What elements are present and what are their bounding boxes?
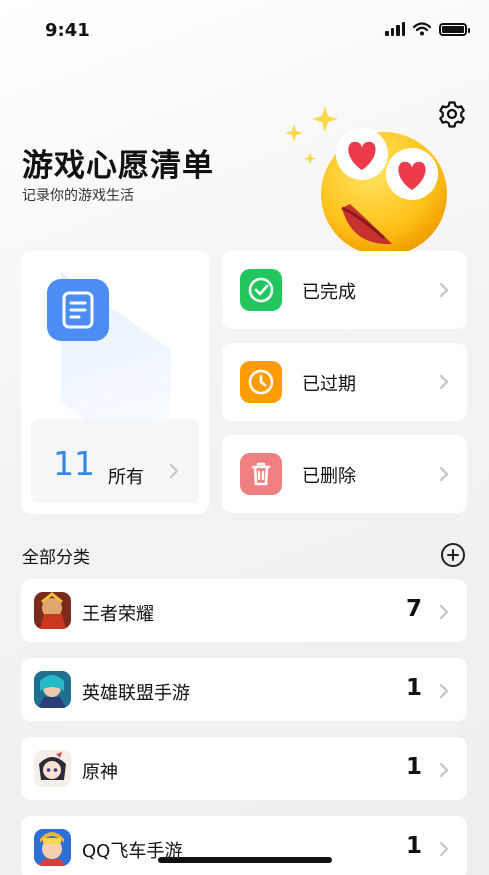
status-bar: 9:41	[0, 0, 489, 60]
categories-title: 全部分类	[22, 548, 90, 568]
all-items-count: 11	[53, 444, 95, 483]
chevron-right-icon	[439, 683, 449, 699]
page-subtitle: 记录你的游戏生活	[22, 188, 134, 204]
chevron-right-icon	[439, 374, 449, 390]
qq-speed-game-icon	[34, 829, 71, 866]
category-name: 英雄联盟手游	[82, 683, 190, 704]
genshin-game-icon	[34, 750, 71, 787]
all-items-summary: 11 所有	[31, 419, 199, 503]
category-count: 7	[405, 596, 422, 622]
honor-of-kings-game-icon	[34, 592, 71, 629]
category-name: 王者荣耀	[82, 604, 154, 625]
chevron-right-icon	[439, 282, 449, 298]
signal-icon	[385, 22, 405, 36]
deleted-card[interactable]: 已删除	[222, 435, 467, 513]
check-circle-icon	[240, 269, 282, 311]
expired-label: 已过期	[302, 374, 356, 395]
battery-icon	[439, 22, 470, 36]
category-count: 1	[405, 754, 422, 780]
chevron-right-icon	[439, 466, 449, 482]
category-row[interactable]: 英雄联盟手游 1	[21, 658, 467, 721]
completed-card[interactable]: 已完成	[222, 251, 467, 329]
status-time: 9:41	[45, 20, 90, 41]
status-icons	[385, 22, 470, 36]
chevron-right-icon	[439, 762, 449, 778]
heart-eyes-emoji-illustration	[280, 106, 455, 256]
league-of-legends-game-icon	[34, 671, 71, 708]
trash-icon	[240, 453, 282, 495]
all-items-card[interactable]: 11 所有	[21, 251, 209, 514]
chevron-right-icon	[169, 463, 179, 479]
expired-card[interactable]: 已过期	[222, 343, 467, 421]
chevron-right-icon	[439, 604, 449, 620]
deleted-label: 已删除	[302, 466, 356, 487]
chevron-right-icon	[439, 841, 449, 857]
document-icon	[47, 279, 109, 341]
completed-label: 已完成	[302, 282, 356, 303]
add-category-button[interactable]	[440, 542, 466, 568]
clock-icon	[240, 361, 282, 403]
page-title: 游戏心愿清单	[22, 148, 214, 184]
home-indicator[interactable]	[158, 857, 332, 863]
category-count: 1	[405, 833, 422, 859]
all-items-label: 所有	[108, 467, 144, 488]
category-name: 原神	[82, 762, 118, 783]
category-count: 1	[405, 675, 422, 701]
category-row[interactable]: 王者荣耀 7	[21, 579, 467, 642]
wifi-icon	[413, 22, 431, 36]
category-row[interactable]: QQ飞车手游 1	[21, 816, 467, 875]
category-row[interactable]: 原神 1	[21, 737, 467, 800]
